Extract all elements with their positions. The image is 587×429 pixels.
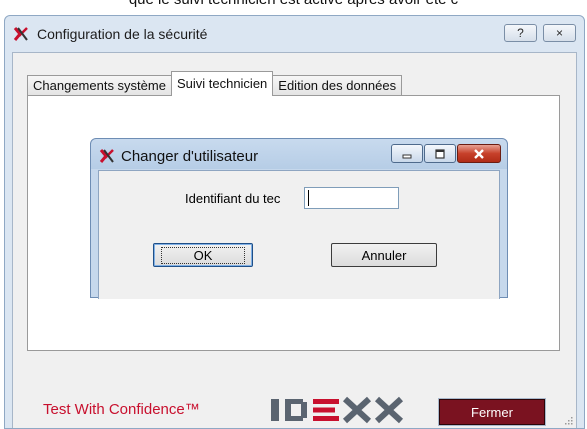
change-user-dialog: Changer d'utilisateur Identifiant du tec… bbox=[90, 138, 508, 299]
ok-button-label: OK bbox=[160, 246, 246, 264]
annuler-button[interactable]: Annuler bbox=[331, 243, 437, 267]
tab-edition-donnees[interactable]: Edition des données bbox=[272, 75, 403, 96]
close-icon bbox=[474, 148, 484, 159]
technician-id-input[interactable] bbox=[304, 187, 399, 209]
ok-button[interactable]: OK bbox=[153, 243, 253, 267]
brand-tagline: Test With Confidence™ bbox=[43, 401, 200, 418]
fermer-button[interactable]: Fermer bbox=[439, 399, 545, 425]
close-icon: × bbox=[555, 26, 563, 40]
dialog-close-button[interactable] bbox=[457, 144, 501, 163]
app-logo-icon bbox=[99, 149, 114, 163]
help-icon: ? bbox=[517, 26, 524, 40]
minimize-button[interactable] bbox=[391, 144, 423, 163]
background-text: que le suivi technicien est activé après… bbox=[0, 0, 587, 8]
minimize-icon bbox=[402, 154, 412, 158]
window-close-button[interactable]: × bbox=[543, 24, 576, 42]
text-caret bbox=[308, 190, 309, 206]
tab-changements-systeme[interactable]: Changements système bbox=[27, 75, 172, 96]
tab-suivi-technicien[interactable]: Suivi technicien bbox=[170, 71, 274, 96]
dialog-client-area: Identifiant du tec OK Annuler bbox=[98, 170, 500, 299]
technician-id-label: Identifiant du tec bbox=[185, 191, 281, 206]
window-titlebar: Configuration de la sécurité bbox=[13, 24, 207, 44]
idexx-logo bbox=[271, 396, 404, 424]
dialog-title: Changer d'utilisateur bbox=[121, 147, 259, 165]
help-button[interactable]: ? bbox=[504, 24, 537, 42]
maximize-icon bbox=[435, 148, 445, 159]
resize-grip-icon[interactable] bbox=[563, 415, 573, 425]
maximize-button[interactable] bbox=[424, 144, 456, 163]
window-title: Configuration de la sécurité bbox=[37, 26, 208, 42]
dialog-titlebar: Changer d'utilisateur bbox=[99, 147, 258, 165]
app-logo-icon bbox=[13, 27, 28, 41]
tab-strip: Changements système Suivi technicien Edi… bbox=[27, 71, 403, 96]
